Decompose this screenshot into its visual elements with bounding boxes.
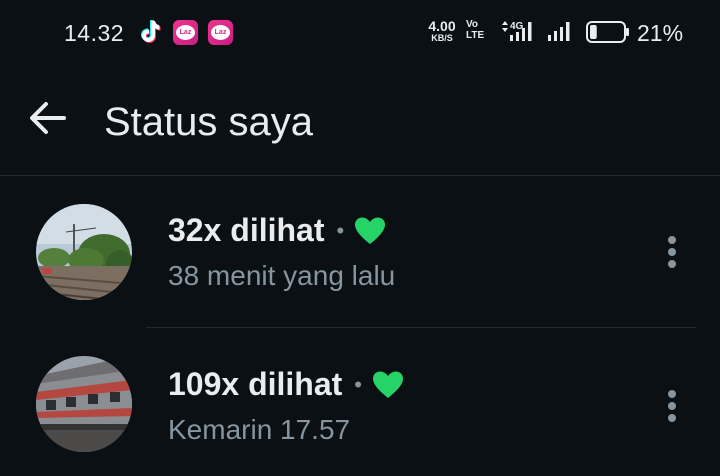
heart-icon <box>355 217 386 244</box>
status-list-item[interactable]: 109x dilihat • Kemarin 17.57 <box>0 330 720 476</box>
more-vert-icon <box>668 260 676 268</box>
train-photo <box>36 356 132 452</box>
signal-icon <box>548 22 570 41</box>
more-vert-icon <box>668 402 676 410</box>
network-type-label: 4G <box>510 21 524 32</box>
lazada-icon: Laz <box>208 20 233 45</box>
view-count: 109x dilihat <box>168 366 343 402</box>
network-speed-unit: KB/S <box>431 33 453 43</box>
more-vert-icon <box>668 414 676 422</box>
app-bar: Status saya <box>0 64 720 176</box>
status-time: Kemarin 17.57 <box>168 414 351 445</box>
system-status-bar: 14.32 Laz Laz 4.00 KB/S Vo LTE 4G 21% <box>0 0 720 64</box>
signal-4g-icon: 4G <box>502 21 532 41</box>
battery-icon <box>586 21 629 43</box>
status-list-item[interactable]: 32x dilihat • 38 menit yang lalu <box>0 178 720 328</box>
screen: 14.32 Laz Laz 4.00 KB/S Vo LTE 4G 21% St… <box>0 0 720 476</box>
tiktok-icon <box>141 20 161 43</box>
lazada-icon-text: Laz <box>211 25 230 40</box>
separator-dot: • <box>336 217 345 243</box>
views-line: 32x dilihat • <box>168 212 386 249</box>
railway-track-photo <box>36 204 132 300</box>
clock: 14.32 <box>64 20 125 46</box>
back-button[interactable] <box>24 94 72 142</box>
views-line: 109x dilihat • <box>168 366 404 403</box>
more-vert-icon <box>668 390 676 398</box>
more-vert-icon <box>668 236 676 244</box>
more-vert-icon <box>668 248 676 256</box>
network-speed: 4.00 KB/S <box>425 19 459 43</box>
volte-top: Vo <box>466 19 479 30</box>
list-divider <box>146 327 696 328</box>
heart-icon <box>373 371 403 398</box>
lazada-icon: Laz <box>173 20 198 45</box>
volte-bottom: LTE <box>466 30 485 41</box>
status-thumbnail[interactable] <box>36 204 132 300</box>
battery-percent: 21% <box>637 20 684 46</box>
lazada-icon-text: Laz <box>176 25 195 40</box>
volte-indicator: Vo LTE <box>466 19 484 41</box>
status-time: 38 menit yang lalu <box>168 260 396 291</box>
page-title: Status saya <box>104 100 314 144</box>
more-options-button[interactable] <box>652 376 692 436</box>
separator-dot: • <box>354 371 362 397</box>
arrow-left-icon <box>30 102 66 134</box>
view-count: 32x dilihat <box>168 212 325 248</box>
status-thumbnail[interactable] <box>36 356 132 452</box>
more-options-button[interactable] <box>652 222 692 282</box>
network-speed-value: 4.00 <box>428 18 456 34</box>
